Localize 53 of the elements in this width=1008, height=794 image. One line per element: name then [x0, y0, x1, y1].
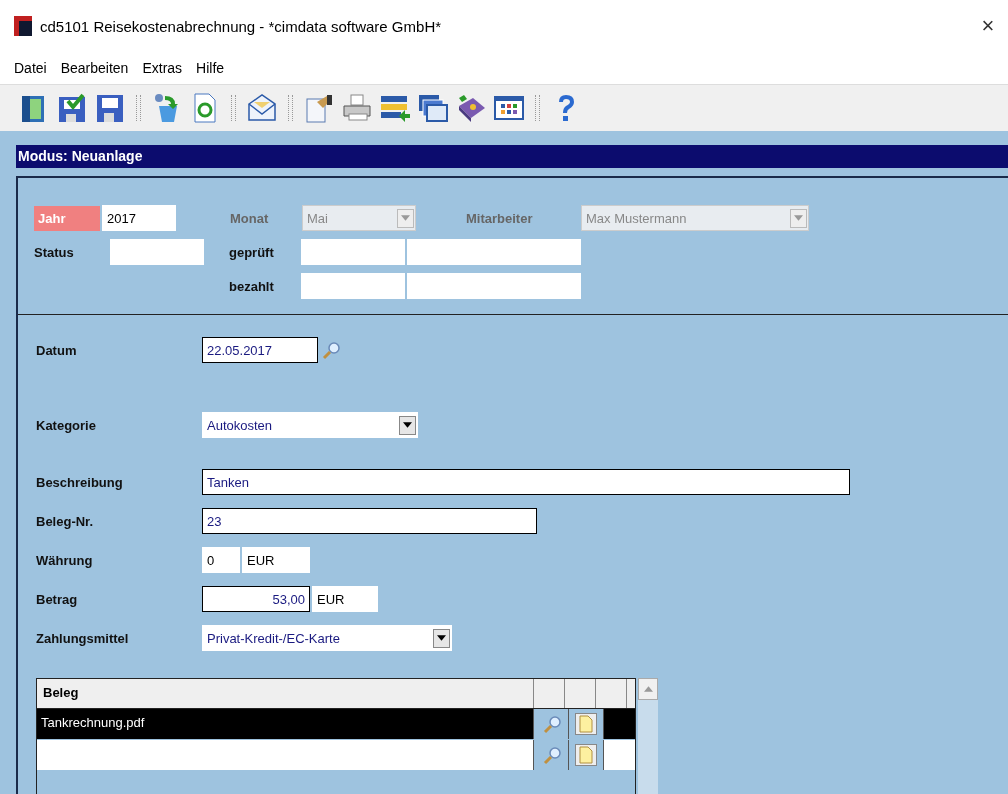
- printer-icon[interactable]: [341, 92, 373, 124]
- checked-label: geprüft: [229, 244, 275, 260]
- table-row[interactable]: [37, 740, 635, 771]
- up-arrow-icon: [643, 686, 653, 692]
- windows-icon[interactable]: [417, 92, 449, 124]
- floppy-icon[interactable]: [94, 92, 126, 124]
- currency-label: Währung: [36, 552, 94, 568]
- floppy-check-icon[interactable]: [56, 92, 88, 124]
- employee-label: Mitarbeiter: [466, 210, 534, 226]
- magnifier-icon[interactable]: [322, 340, 342, 360]
- amount-currency-field[interactable]: EUR: [312, 586, 378, 612]
- envelope-icon[interactable]: [246, 92, 278, 124]
- document-icon[interactable]: [575, 713, 597, 735]
- table-cell-text: Tankrechnung.pdf: [40, 714, 146, 732]
- paid-label: bezahlt: [229, 278, 275, 294]
- close-button[interactable]: ×: [968, 13, 1008, 39]
- table-row[interactable]: Tankrechnung.pdf: [37, 709, 635, 740]
- notepad-icon[interactable]: [303, 92, 335, 124]
- document-icon[interactable]: [575, 744, 597, 766]
- currency-field[interactable]: EUR: [242, 547, 310, 573]
- checked-date-field[interactable]: [407, 239, 581, 265]
- status-field[interactable]: [110, 239, 204, 265]
- receipt-number-label: Beleg-Nr.: [36, 513, 95, 529]
- window-title: cd5101 Reisekostenabrechnung - *cimdata software GmbH*: [40, 17, 443, 35]
- column-header: Beleg: [37, 679, 534, 708]
- menu-item[interactable]: Hilfe: [196, 60, 225, 76]
- month-label: Monat: [230, 210, 270, 226]
- payment-method-label: Zahlungsmittel: [36, 630, 130, 646]
- year-label: Jahr: [34, 205, 100, 231]
- date-field[interactable]: 22.05.2017: [202, 337, 318, 363]
- app-icon: [14, 16, 32, 36]
- status-label: Status: [34, 244, 75, 260]
- menu-item[interactable]: Bearbeiten: [60, 60, 129, 76]
- payment-method-dropdown[interactable]: Privat-Kredit-/EC-Karte: [202, 625, 452, 651]
- category-dropdown[interactable]: Autokosten: [202, 412, 418, 438]
- mode-bar: Modus: Neuanlage: [16, 145, 1008, 168]
- menu-item[interactable]: Extras: [142, 60, 183, 76]
- paid-date-field[interactable]: [407, 273, 581, 299]
- checked-by-field[interactable]: [301, 239, 405, 265]
- scroll-up-button[interactable]: [638, 678, 658, 700]
- description-label: Beschreibung: [36, 474, 124, 490]
- category-label: Kategorie: [36, 417, 97, 433]
- description-field[interactable]: Tanken: [202, 469, 850, 495]
- menu-item[interactable]: Datei: [14, 60, 47, 76]
- receipt-number-field[interactable]: 23: [202, 508, 537, 534]
- currency-code-field[interactable]: 0: [202, 547, 240, 573]
- magnifier-icon[interactable]: [543, 745, 563, 765]
- paid-by-field[interactable]: [301, 273, 405, 299]
- year-field[interactable]: 2017: [102, 205, 176, 231]
- date-label: Datum: [36, 342, 78, 358]
- amount-field[interactable]: 53,00: [202, 586, 310, 612]
- amount-label: Betrag: [36, 591, 79, 607]
- magnifier-icon[interactable]: [543, 714, 563, 734]
